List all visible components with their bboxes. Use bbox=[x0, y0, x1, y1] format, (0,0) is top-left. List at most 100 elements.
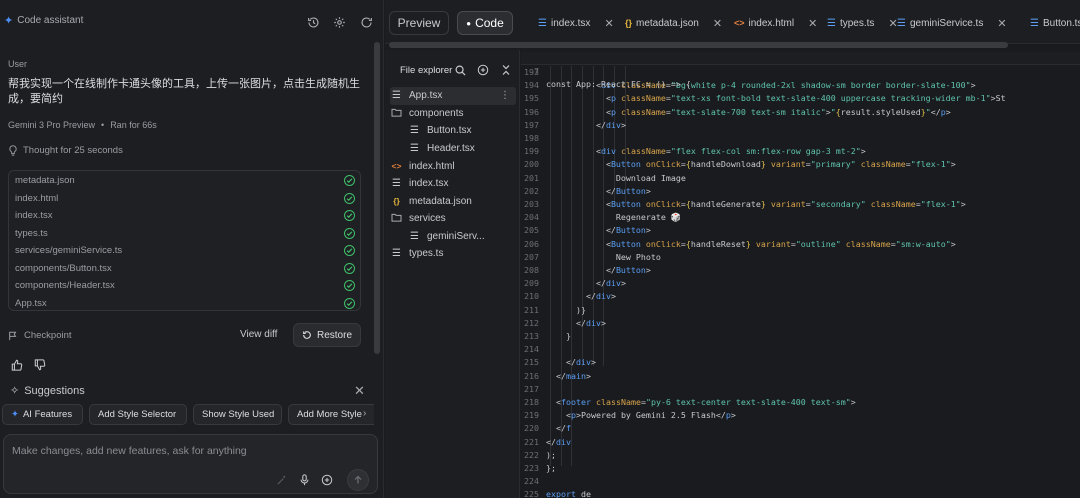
sparkle-icon: ✦ bbox=[11, 409, 19, 420]
horizontal-scrollbar[interactable] bbox=[389, 42, 1008, 48]
explorer-item-button-tsx[interactable]: ☰ Button.tsx bbox=[390, 122, 516, 140]
braces-icon: {} bbox=[393, 196, 400, 207]
search-icon[interactable] bbox=[453, 63, 467, 77]
explorer-item-gemini-service[interactable]: ☰ geminiServ... bbox=[390, 228, 516, 246]
suggestion-chip-show-style[interactable]: Show Style Used bbox=[193, 404, 282, 425]
code-text: <Button onClick={handleReset} variant="o… bbox=[546, 238, 956, 249]
refresh-icon[interactable] bbox=[358, 14, 374, 30]
changed-file-row[interactable]: services/geminiService.ts bbox=[15, 242, 355, 260]
lines-icon: ☰ bbox=[410, 125, 419, 137]
explorer-item-index-tsx[interactable]: ☰ index.tsx bbox=[390, 175, 516, 193]
lines-icon: ☰ bbox=[410, 230, 419, 242]
tab-index-html[interactable]: <> index.html ✕ bbox=[734, 13, 817, 33]
code-text: <footer className="py-6 text-center text… bbox=[546, 397, 856, 407]
flag-icon bbox=[9, 331, 17, 340]
changed-file-row[interactable]: types.ts bbox=[15, 225, 355, 243]
close-icon[interactable]: ✕ bbox=[713, 17, 722, 30]
code-line: 212 </div> bbox=[521, 317, 1080, 330]
code-line: 198 bbox=[521, 132, 1080, 145]
tab-index-tsx[interactable]: ☰ index.tsx ✕ bbox=[538, 13, 614, 33]
explorer-item-types-ts[interactable]: ☰ types.ts bbox=[390, 245, 516, 263]
code-line: 219 <p>Powered by Gemini 2.5 Flash</p> bbox=[521, 409, 1080, 422]
view-diff-button[interactable]: View diff bbox=[240, 329, 277, 340]
check-circle-icon bbox=[344, 280, 355, 292]
tab-types-ts[interactable]: ☰ types.ts ✕ bbox=[827, 13, 898, 33]
magic-wand-icon[interactable] bbox=[274, 473, 288, 487]
suggestions-header: ✧ Suggestions bbox=[10, 384, 85, 398]
line-number: 204 bbox=[524, 212, 539, 223]
code-line: 206 <Button onClick={handleReset} varian… bbox=[521, 238, 1080, 251]
code-text: Regenerate 🎲 bbox=[546, 212, 682, 223]
model-name: Gemini 3 Pro Preview bbox=[8, 120, 96, 130]
tab-metadata-json[interactable]: {} metadata.json ✕ bbox=[625, 13, 722, 33]
thought-label: Thought for 25 seconds bbox=[23, 145, 123, 156]
close-icon[interactable]: ✕ bbox=[997, 17, 1006, 30]
code-line: 200 <Button onClick={handleDownload} var… bbox=[521, 158, 1080, 171]
more-vertical-icon[interactable]: ⋮ bbox=[500, 90, 510, 101]
tab-button-tsx[interactable]: ☰ Button.tsx bbox=[1030, 13, 1080, 33]
changed-file-row[interactable]: components/Header.tsx bbox=[15, 277, 355, 295]
code-line: 216 </main> bbox=[521, 370, 1080, 383]
tab-label: index.html bbox=[748, 17, 795, 29]
close-icon[interactable]: ✕ bbox=[354, 383, 365, 399]
code-text: New Photo bbox=[546, 251, 661, 262]
collapse-icon[interactable] bbox=[499, 63, 513, 77]
check-circle-icon bbox=[344, 245, 355, 257]
bullet-separator: • bbox=[101, 120, 105, 130]
suggestion-chip-ai-features[interactable]: ✦ AI Features bbox=[2, 404, 83, 425]
prompt-input[interactable] bbox=[12, 445, 352, 457]
explorer-item-app-tsx[interactable]: ☰ App.tsx ⋮ bbox=[390, 87, 516, 105]
explorer-item-header-tsx[interactable]: ☰ Header.tsx bbox=[390, 140, 516, 158]
code-toggle-label: Code bbox=[475, 16, 504, 30]
prompt-box bbox=[3, 434, 378, 494]
line-number: 214 bbox=[524, 344, 539, 355]
arrow-up-icon bbox=[354, 475, 362, 484]
explorer-item-label: index.tsx bbox=[409, 178, 449, 190]
line-number: 221 bbox=[524, 436, 539, 447]
editor-tab-bar: Preview ● Code ☰ index.tsx ✕ {} metadata… bbox=[385, 0, 1080, 44]
explorer-folder-components[interactable]: components bbox=[390, 105, 516, 123]
gear-icon[interactable] bbox=[331, 14, 347, 30]
chevron-right-icon[interactable]: › bbox=[363, 408, 366, 419]
explorer-folder-services[interactable]: services bbox=[390, 210, 516, 228]
changed-file-row[interactable]: index.html bbox=[15, 190, 355, 208]
changed-file-name: App.tsx bbox=[15, 297, 47, 309]
close-icon[interactable]: ✕ bbox=[604, 17, 613, 30]
changed-file-row[interactable]: App.tsx bbox=[15, 295, 355, 313]
microphone-icon[interactable] bbox=[297, 473, 311, 487]
line-number: 205 bbox=[524, 225, 539, 236]
thumbs-down-icon[interactable] bbox=[34, 359, 46, 374]
thought-summary[interactable]: Thought for 25 seconds bbox=[8, 145, 123, 156]
restore-button[interactable]: Restore bbox=[293, 323, 361, 347]
vertical-scrollbar[interactable] bbox=[374, 42, 380, 354]
history-icon[interactable] bbox=[305, 14, 321, 30]
lines-icon: ☰ bbox=[897, 17, 906, 29]
suggestion-chip-style-selector[interactable]: Add Style Selector bbox=[89, 404, 187, 425]
tab-gemini-service[interactable]: ☰ geminiService.ts ✕ bbox=[897, 13, 1007, 33]
explorer-item-label: types.ts bbox=[409, 248, 444, 260]
changed-file-row[interactable]: index.tsx bbox=[15, 207, 355, 225]
code-editor[interactable]: 193194 <div className="bg-white p-4 roun… bbox=[521, 50, 1080, 498]
preview-toggle[interactable]: Preview bbox=[389, 11, 449, 35]
explorer-item-index-html[interactable]: <> index.html bbox=[390, 158, 516, 176]
changed-file-row[interactable]: components/Button.tsx bbox=[15, 260, 355, 278]
model-info: Gemini 3 Pro Preview • Ran for 66s bbox=[8, 120, 157, 130]
tab-label: geminiService.ts bbox=[909, 17, 984, 29]
close-icon[interactable]: ✕ bbox=[808, 17, 817, 30]
suggestion-chip-more-styles[interactable]: Add More Style bbox=[288, 404, 374, 425]
code-toggle[interactable]: ● Code bbox=[457, 11, 513, 35]
chip-label: Show Style Used bbox=[202, 409, 275, 420]
explorer-item-label: Header.tsx bbox=[427, 143, 475, 155]
code-line: 204 Regenerate 🎲 bbox=[521, 211, 1080, 224]
check-circle-icon bbox=[344, 262, 355, 274]
add-file-icon[interactable] bbox=[476, 63, 490, 77]
code-line: 210 </div> bbox=[521, 290, 1080, 303]
add-circle-icon[interactable] bbox=[320, 473, 334, 487]
changed-file-name: metadata.json bbox=[15, 175, 75, 187]
line-number: 224 bbox=[524, 476, 539, 487]
changed-file-row[interactable]: metadata.json bbox=[15, 172, 355, 190]
send-button[interactable] bbox=[347, 469, 369, 491]
angle-brackets-icon: <> bbox=[734, 18, 745, 28]
explorer-item-metadata-json[interactable]: {} metadata.json bbox=[390, 193, 516, 211]
thumbs-up-icon[interactable] bbox=[11, 359, 23, 374]
